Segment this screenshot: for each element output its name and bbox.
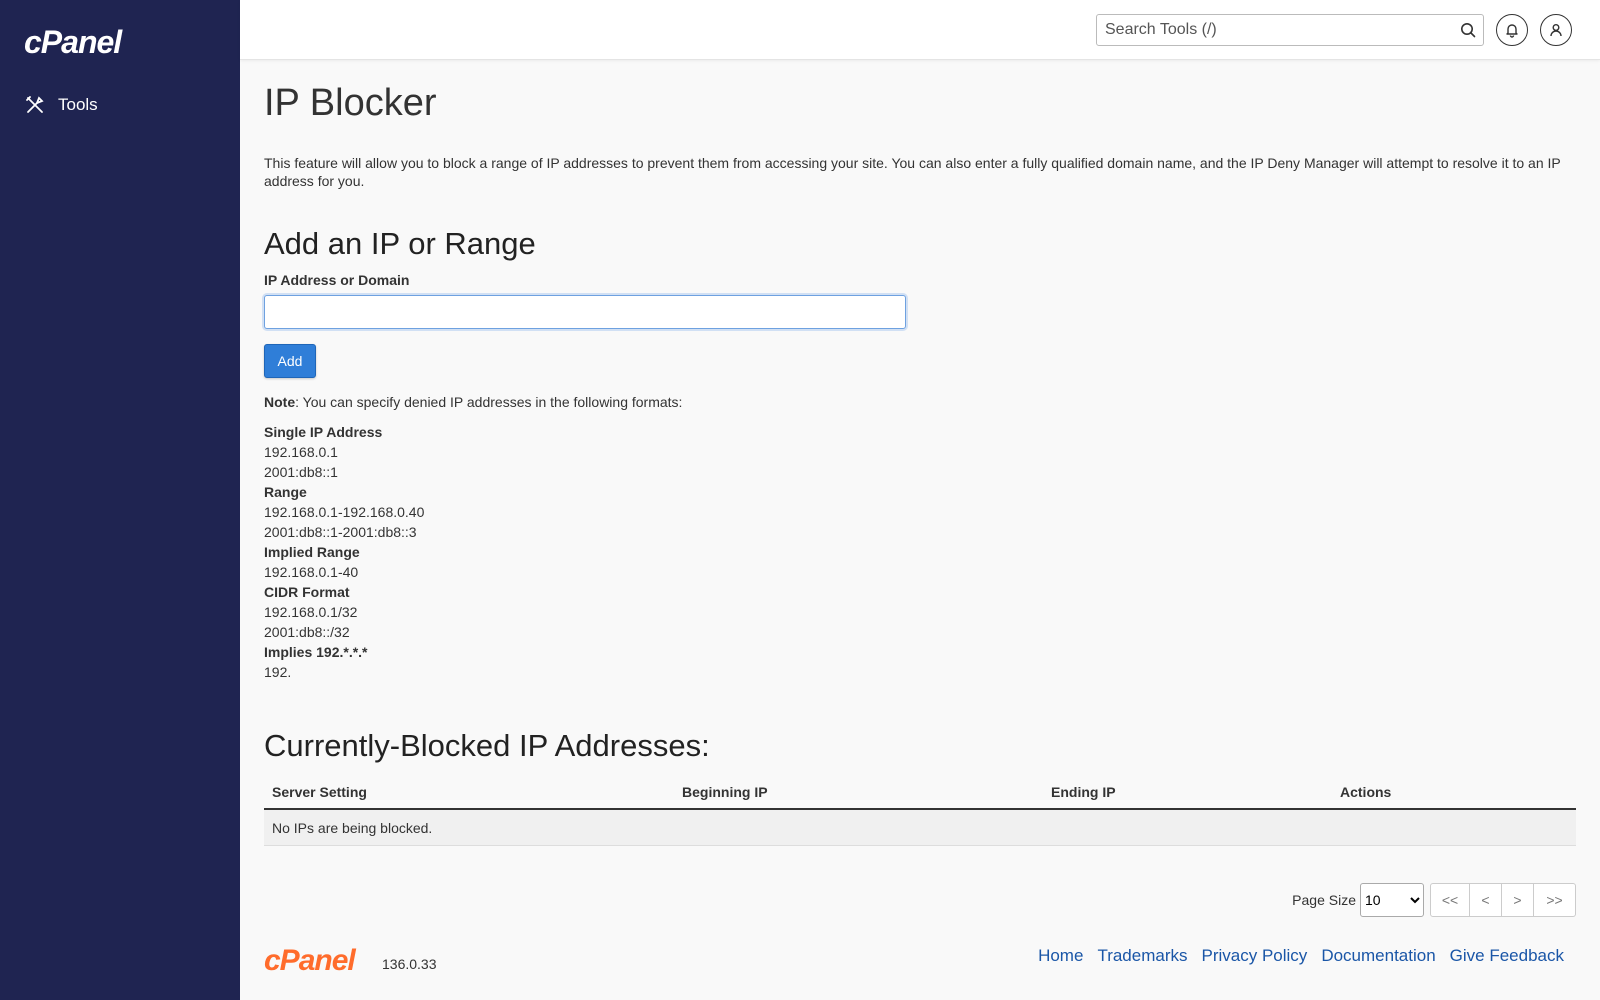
- format-example: 192.168.0.1: [264, 444, 338, 460]
- format-heading: Single IP Address: [264, 424, 383, 440]
- format-example: 192.168.0.1/32: [264, 604, 358, 620]
- ip-address-input[interactable]: [264, 295, 906, 329]
- format-example: 192.168.0.1-192.168.0.40: [264, 504, 425, 520]
- format-heading: Range: [264, 484, 307, 500]
- column-header-actions: Actions: [1340, 784, 1392, 800]
- table-empty-row: No IPs are being blocked.: [264, 810, 1576, 846]
- format-heading: Implies 192.*.*.*: [264, 644, 368, 660]
- format-heading: Implied Range: [264, 544, 360, 560]
- column-header-server-setting[interactable]: Server Setting: [264, 784, 674, 800]
- search-input[interactable]: [1097, 15, 1453, 45]
- format-example: 2001:db8::1: [264, 464, 338, 480]
- footer-link-documentation[interactable]: Documentation: [1321, 946, 1435, 966]
- notifications-button[interactable]: [1496, 14, 1528, 46]
- add-section-heading: Add an IP or Range: [264, 226, 536, 261]
- footer-link-give-feedback[interactable]: Give Feedback: [1450, 946, 1564, 966]
- page-size-select[interactable]: 10: [1360, 883, 1424, 917]
- user-menu-button[interactable]: [1540, 14, 1572, 46]
- page-description: This feature will allow you to block a r…: [264, 155, 1561, 189]
- pagination: Page Size 10 << < > >>: [1292, 883, 1576, 917]
- formats-note: Note: You can specify denied IP addresse…: [264, 394, 682, 410]
- format-example: 192.168.0.1-40: [264, 564, 359, 580]
- column-header-ending-ip[interactable]: Ending IP: [1043, 784, 1332, 800]
- footer-link-trademarks[interactable]: Trademarks: [1097, 946, 1187, 966]
- format-heading: CIDR Format: [264, 584, 350, 600]
- bell-icon: [1506, 24, 1518, 38]
- footer-link-home[interactable]: Home: [1038, 946, 1083, 966]
- add-button[interactable]: Add: [264, 344, 316, 378]
- footer-link-privacy-policy[interactable]: Privacy Policy: [1202, 946, 1308, 966]
- cpanel-logo[interactable]: cPanel: [24, 24, 122, 61]
- first-page-button[interactable]: <<: [1430, 883, 1470, 917]
- previous-page-button[interactable]: <: [1470, 883, 1502, 917]
- sidebar-item-label: Tools: [58, 95, 98, 114]
- next-page-button[interactable]: >: [1502, 883, 1534, 917]
- tools-icon: [24, 94, 46, 116]
- user-icon: [1550, 24, 1562, 37]
- search-box: [1096, 14, 1484, 46]
- footer-cpanel-logo[interactable]: cPanel: [264, 944, 356, 978]
- sidebar-item-tools[interactable]: Tools: [24, 94, 98, 116]
- note-text: : You can specify denied IP addresses in…: [295, 394, 683, 410]
- sidebar: cPanel Tools: [0, 0, 240, 1000]
- formats-list: Single IP Address 192.168.0.1 2001:db8::…: [264, 422, 424, 682]
- format-example: 2001:db8::1-2001:db8::3: [264, 524, 417, 540]
- format-example: 2001:db8::/32: [264, 624, 350, 640]
- blocked-ips-table: Server Setting Beginning IP Ending IP Ac…: [264, 776, 1576, 846]
- column-header-beginning-ip[interactable]: Beginning IP: [674, 784, 1043, 800]
- note-label: Note: [264, 394, 296, 410]
- page-title: IP Blocker: [264, 82, 437, 124]
- last-page-button[interactable]: >>: [1534, 883, 1576, 917]
- page-size-label: Page Size: [1292, 892, 1356, 908]
- version-number: 136.0.33: [382, 956, 437, 972]
- search-icon[interactable]: [1453, 15, 1483, 45]
- top-bar: [240, 0, 1600, 60]
- format-example: 192.: [264, 664, 292, 680]
- blocked-section-heading: Currently-Blocked IP Addresses:: [264, 728, 710, 763]
- footer-links: Home Trademarks Privacy Policy Documenta…: [1038, 946, 1564, 966]
- ip-field-label: IP Address or Domain: [264, 272, 410, 288]
- table-header: Server Setting Beginning IP Ending IP Ac…: [264, 776, 1576, 810]
